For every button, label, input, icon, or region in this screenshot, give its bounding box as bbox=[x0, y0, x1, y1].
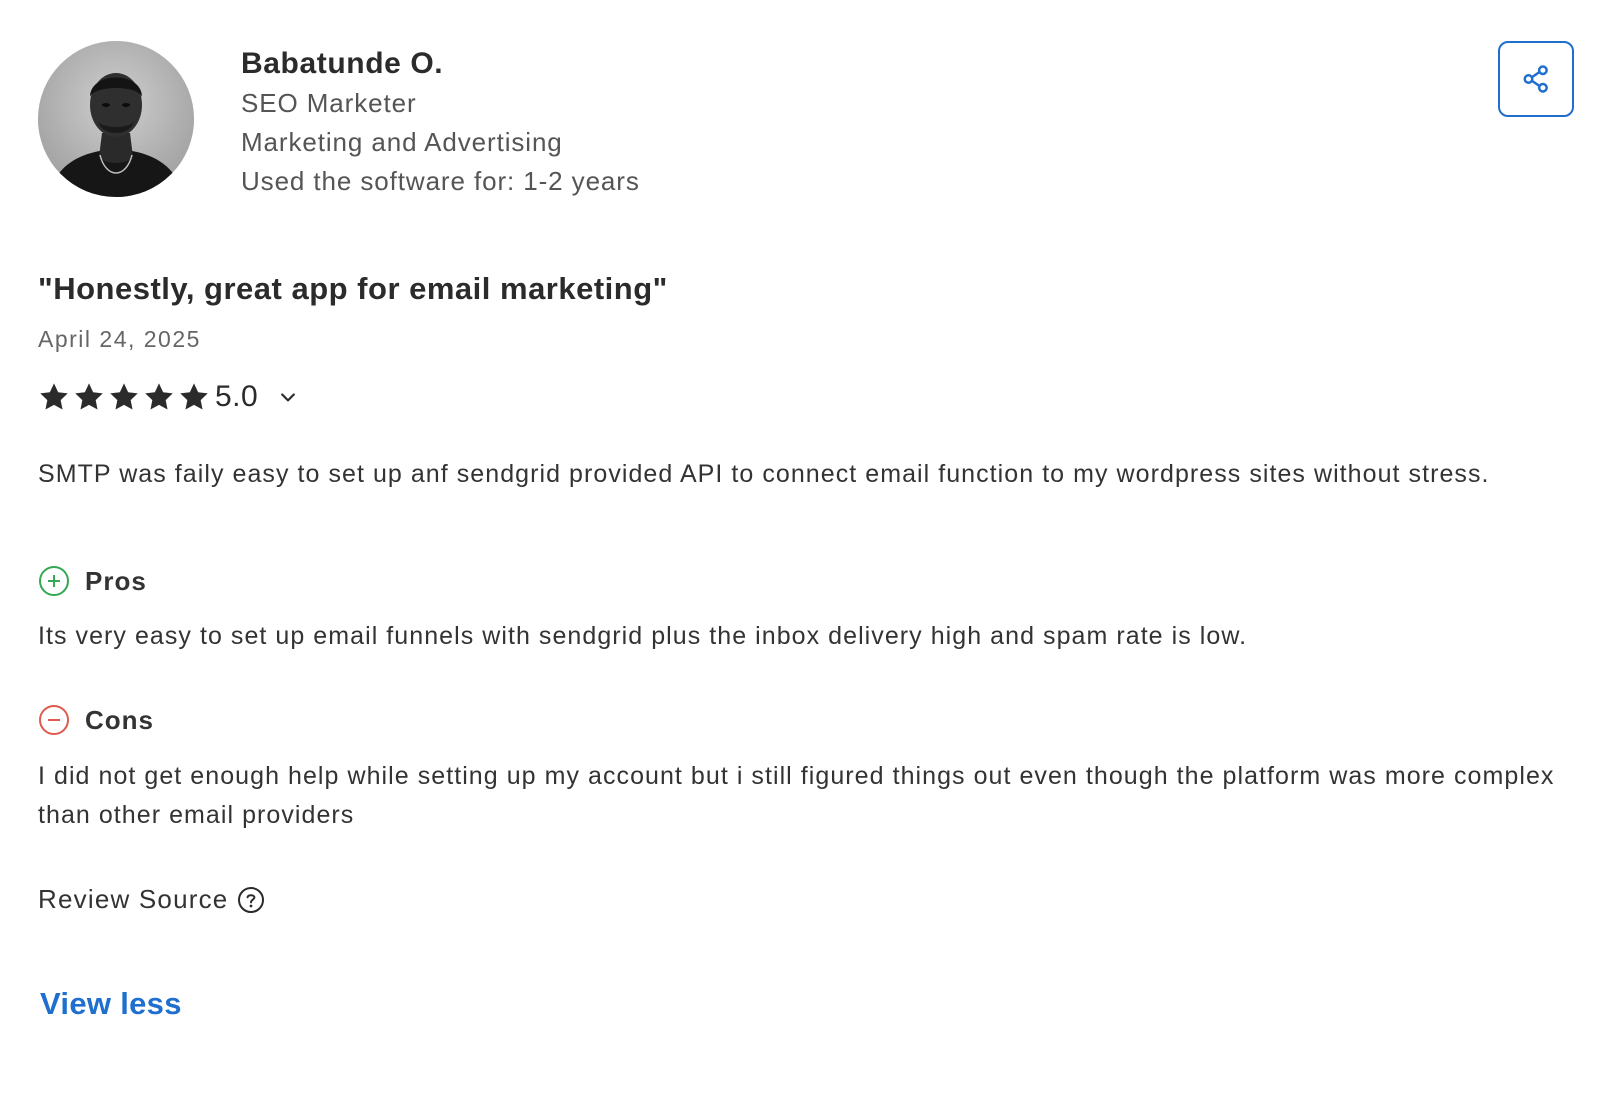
view-less-link[interactable]: View less bbox=[40, 986, 182, 1022]
star-icon bbox=[75, 383, 103, 410]
review-title: "Honestly, great app for email marketing… bbox=[38, 271, 668, 306]
rating-value: 5.0 bbox=[215, 380, 259, 413]
reviewer-usage: Used the software for: 1-2 years bbox=[241, 166, 640, 196]
rating-details-toggle[interactable] bbox=[276, 385, 300, 409]
star-icon bbox=[145, 383, 173, 410]
star-icon bbox=[180, 383, 208, 410]
share-icon bbox=[1523, 65, 1548, 93]
review-summary: SMTP was faily easy to set up anf sendgr… bbox=[38, 460, 1490, 488]
reviewer-info: Babatunde O. SEO Marketer Marketing and … bbox=[241, 44, 640, 201]
cons-text: I did not get enough help while setting … bbox=[38, 762, 1555, 829]
cons-heading: Cons bbox=[38, 704, 154, 736]
plus-circle-icon bbox=[39, 566, 69, 596]
reviewer-industry: Marketing and Advertising bbox=[241, 127, 563, 157]
review-date: April 24, 2025 bbox=[38, 326, 201, 352]
pros-heading: Pros bbox=[38, 565, 147, 597]
rating: 5.0 bbox=[38, 380, 300, 414]
review-card: Babatunde O. SEO Marketer Marketing and … bbox=[0, 0, 1600, 1105]
reviewer-role: SEO Marketer bbox=[241, 88, 417, 118]
chevron-down-icon bbox=[281, 393, 296, 402]
avatar bbox=[38, 41, 194, 197]
star-icon bbox=[110, 383, 138, 410]
pros-label: Pros bbox=[85, 565, 147, 596]
review-source: Review Source bbox=[38, 884, 265, 915]
share-button[interactable] bbox=[1498, 41, 1574, 117]
pros-text: Its very easy to set up email funnels wi… bbox=[38, 622, 1248, 650]
reviewer-photo bbox=[38, 41, 194, 197]
question-circle-icon[interactable] bbox=[237, 886, 265, 914]
minus-circle-icon bbox=[39, 705, 69, 735]
review-source-label: Review Source bbox=[38, 884, 229, 914]
reviewer-name: Babatunde O. bbox=[241, 47, 444, 80]
cons-label: Cons bbox=[85, 704, 154, 735]
star-rating bbox=[38, 381, 213, 413]
star-icon bbox=[40, 383, 68, 410]
